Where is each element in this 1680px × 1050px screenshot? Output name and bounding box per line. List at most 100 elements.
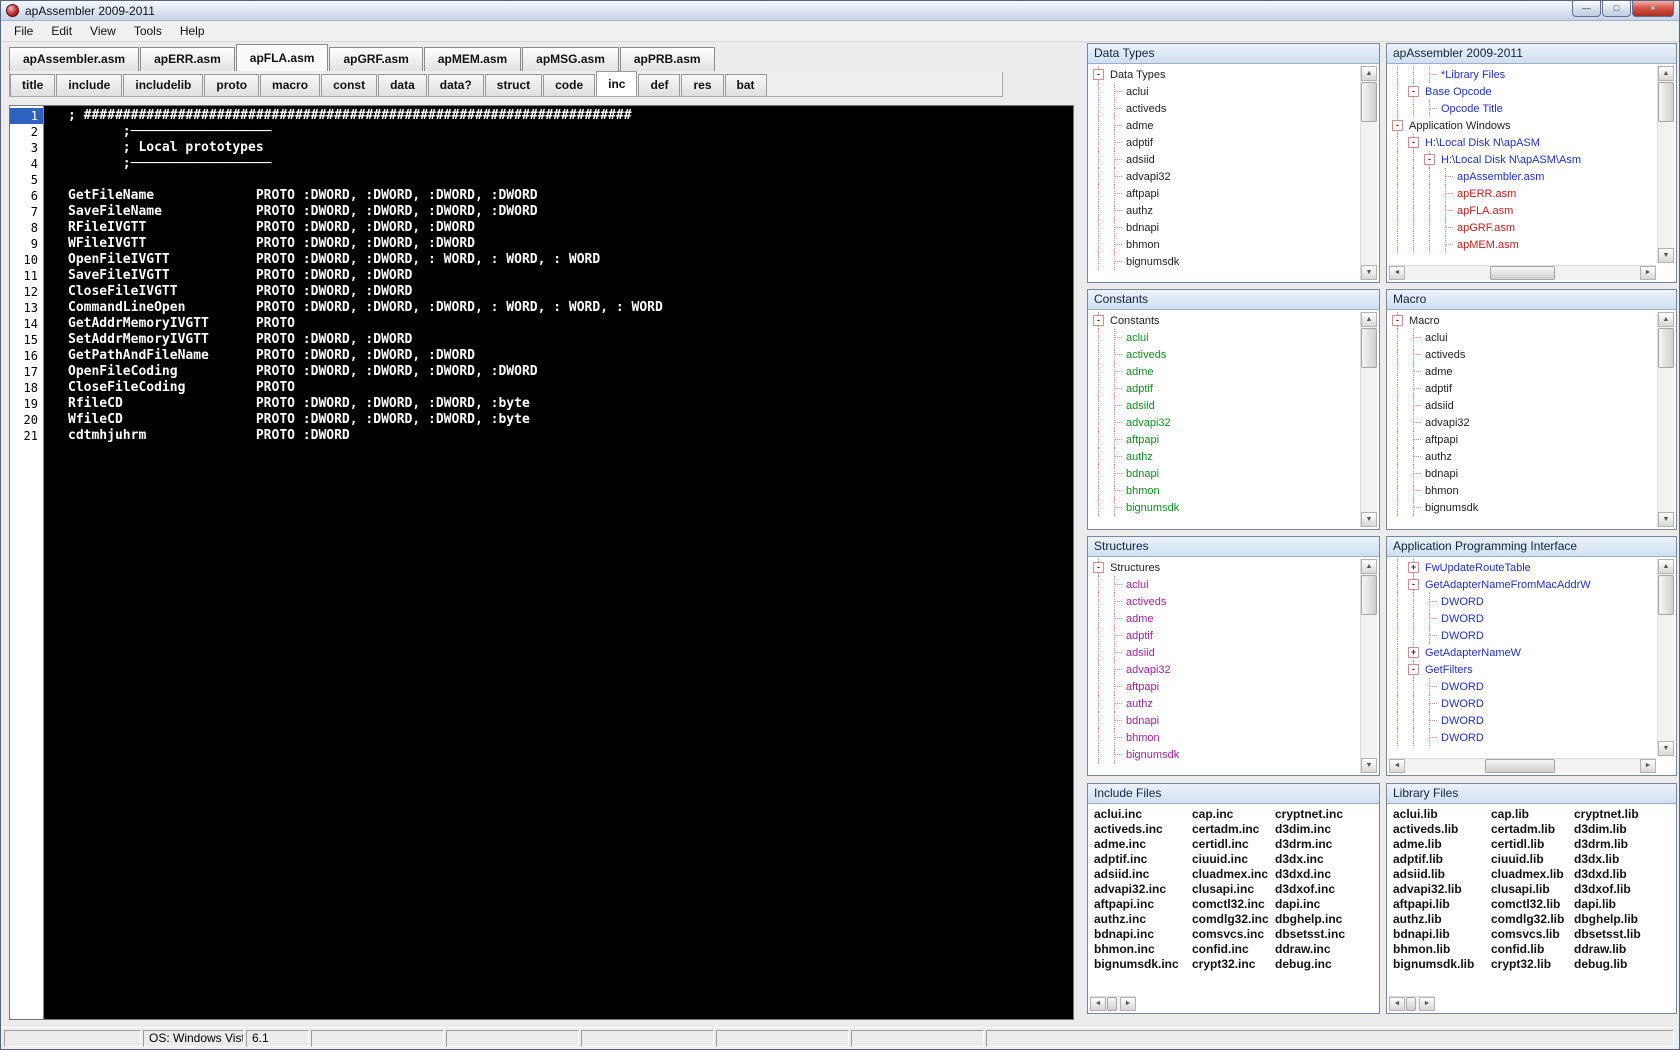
file-item[interactable]: authz.inc	[1094, 912, 1192, 927]
collapse-box-icon[interactable]: -	[1392, 120, 1403, 131]
tree-item[interactable]: aclui	[1390, 329, 1656, 346]
scroll-down-icon[interactable]: ▼	[1658, 741, 1674, 756]
file-item[interactable]: dbsetsst.lib	[1574, 927, 1672, 942]
assembler-vertical-scrollbar[interactable]: ▲ ▼	[1657, 66, 1674, 263]
line-number[interactable]: 14	[10, 316, 43, 332]
file-tab-apmsg-asm[interactable]: apMSG.asm	[522, 47, 619, 71]
file-item[interactable]: bhmon.lib	[1393, 942, 1491, 957]
tree-item[interactable]: adme	[1390, 363, 1656, 380]
minimize-button-icon[interactable]: —	[1572, 1, 1601, 17]
section-tab-includelib[interactable]: includelib	[123, 74, 204, 96]
file-item[interactable]: dapi.inc	[1275, 897, 1373, 912]
file-tab-apgrf-asm[interactable]: apGRF.asm	[329, 47, 423, 71]
code-line[interactable]: WfileCD PROTO :DWORD, :DWORD, :DWORD, :b…	[68, 412, 1073, 428]
scroll-down-icon[interactable]: ▼	[1361, 265, 1377, 280]
api-vertical-scrollbar[interactable]: ▲ ▼	[1657, 559, 1674, 756]
tree-item[interactable]: bdnapi	[1390, 465, 1656, 482]
file-item[interactable]: certadm.inc	[1192, 822, 1275, 837]
scroll-down-icon[interactable]: ▼	[1658, 512, 1674, 527]
file-item[interactable]: ddraw.lib	[1574, 942, 1672, 957]
expand-box-icon[interactable]: +	[1408, 562, 1419, 573]
tree-item[interactable]: - Base Opcode	[1390, 83, 1656, 100]
tree-toggle[interactable]: -	[1406, 576, 1422, 593]
file-item[interactable]: dapi.lib	[1574, 897, 1672, 912]
tree-item[interactable]: bhmon	[1091, 729, 1359, 746]
section-tab-data[interactable]: data?	[427, 74, 484, 96]
expand-box-icon[interactable]: +	[1408, 647, 1419, 658]
tree-item[interactable]: bdnapi	[1091, 712, 1359, 729]
scroll-up-icon[interactable]: ▲	[1658, 66, 1674, 81]
tree-item[interactable]: adsiid	[1091, 397, 1359, 414]
code-line[interactable]: SaveFileIVGTT PROTO :DWORD, :DWORD	[68, 268, 1073, 284]
file-item[interactable]: debug.inc	[1275, 957, 1373, 972]
scroll-down-icon[interactable]: ▼	[1361, 758, 1377, 773]
file-item[interactable]: ddraw.inc	[1275, 942, 1373, 957]
file-item[interactable]: advapi32.inc	[1094, 882, 1192, 897]
tree-item[interactable]: apGRF.asm	[1390, 219, 1656, 236]
tree-toggle[interactable]: -	[1406, 83, 1422, 100]
tree-item[interactable]: adptif	[1390, 380, 1656, 397]
file-item[interactable]: bhmon.inc	[1094, 942, 1192, 957]
scroll-thumb[interactable]	[1361, 82, 1377, 122]
scroll-thumb[interactable]	[1361, 575, 1377, 615]
code-line[interactable]: GetPathAndFileName PROTO :DWORD, :DWORD,…	[68, 348, 1073, 364]
scroll-track[interactable]	[1405, 759, 1640, 773]
code-line[interactable]: WFileIVGTT PROTO :DWORD, :DWORD, :DWORD	[68, 236, 1073, 252]
file-item[interactable]: comctl32.inc	[1192, 897, 1275, 912]
code-line[interactable]: CloseFileIVGTT PROTO :DWORD, :DWORD	[68, 284, 1073, 300]
tree-toggle[interactable]: -	[1091, 559, 1107, 576]
code-line[interactable]: RFileIVGTT PROTO :DWORD, :DWORD, :DWORD	[68, 220, 1073, 236]
file-item[interactable]: cluadmex.lib	[1491, 867, 1574, 882]
file-item[interactable]: clusapi.lib	[1491, 882, 1574, 897]
file-item[interactable]: adsiid.lib	[1393, 867, 1491, 882]
collapse-box-icon[interactable]: -	[1424, 154, 1435, 165]
tree-item[interactable]: DWORD	[1390, 712, 1656, 729]
tree-toggle[interactable]: +	[1406, 644, 1422, 661]
scroll-left-icon[interactable]: ◄	[1389, 997, 1405, 1011]
scroll-up-icon[interactable]: ▲	[1658, 312, 1674, 327]
collapse-box-icon[interactable]: -	[1093, 315, 1104, 326]
file-item[interactable]: cluadmex.inc	[1192, 867, 1275, 882]
code-line[interactable]: SaveFileName PROTO :DWORD, :DWORD, :DWOR…	[68, 204, 1073, 220]
line-number[interactable]: 18	[10, 380, 43, 396]
file-item[interactable]: aclui.lib	[1393, 807, 1491, 822]
tree-item[interactable]: bhmon	[1091, 236, 1359, 253]
line-number[interactable]: 11	[10, 268, 43, 284]
file-item[interactable]: certidl.lib	[1491, 837, 1574, 852]
tree-item[interactable]: - Structures	[1091, 559, 1359, 576]
line-number[interactable]: 21	[10, 428, 43, 444]
tree-item[interactable]: - Application Windows	[1390, 117, 1656, 134]
tree-item[interactable]: + FwUpdateRouteTable	[1390, 559, 1656, 576]
tree-item[interactable]: authz	[1091, 695, 1359, 712]
scroll-thumb[interactable]	[1484, 759, 1556, 773]
scroll-thumb[interactable]	[1406, 997, 1416, 1011]
file-item[interactable]: bignumsdk.lib	[1393, 957, 1491, 972]
code-line[interactable]: CloseFileCoding PROTO	[68, 380, 1073, 396]
line-number[interactable]: 3	[10, 140, 43, 156]
assembler-horizontal-scrollbar[interactable]: ◄ ►	[1389, 265, 1656, 280]
tree-item[interactable]: bignumsdk	[1091, 253, 1359, 270]
tree-toggle[interactable]: -	[1390, 117, 1406, 134]
structures-vertical-scrollbar[interactable]: ▲ ▼	[1360, 559, 1377, 773]
scroll-track[interactable]	[1658, 327, 1674, 512]
tree-item[interactable]: adme	[1091, 117, 1359, 134]
scroll-track[interactable]	[1361, 81, 1377, 265]
file-item[interactable]: certadm.lib	[1491, 822, 1574, 837]
file-item[interactable]: dbsetsst.inc	[1275, 927, 1373, 942]
tree-item[interactable]: - GetAdapterNameFromMacAddrW	[1390, 576, 1656, 593]
code-line[interactable]: ; ######################################…	[68, 108, 1073, 124]
tree-item[interactable]: aftpapi	[1091, 185, 1359, 202]
macro-vertical-scrollbar[interactable]: ▲ ▼	[1657, 312, 1674, 527]
tree-item[interactable]: apERR.asm	[1390, 185, 1656, 202]
tree-item[interactable]: - GetFilters	[1390, 661, 1656, 678]
scroll-up-icon[interactable]: ▲	[1361, 66, 1377, 81]
tree-item[interactable]: - Macro	[1390, 312, 1656, 329]
file-item[interactable]: d3dxd.lib	[1574, 867, 1672, 882]
code-line[interactable]: ;──────────────────	[68, 124, 1073, 140]
code-line[interactable]: SetAddrMemoryIVGTT PROTO :DWORD, :DWORD	[68, 332, 1073, 348]
code-line[interactable]: GetFileName PROTO :DWORD, :DWORD, :DWORD…	[68, 188, 1073, 204]
tree-item[interactable]: apFLA.asm	[1390, 202, 1656, 219]
tree-item[interactable]: activeds	[1091, 593, 1359, 610]
tree-toggle[interactable]: -	[1406, 661, 1422, 678]
tree-toggle[interactable]: +	[1406, 559, 1422, 576]
